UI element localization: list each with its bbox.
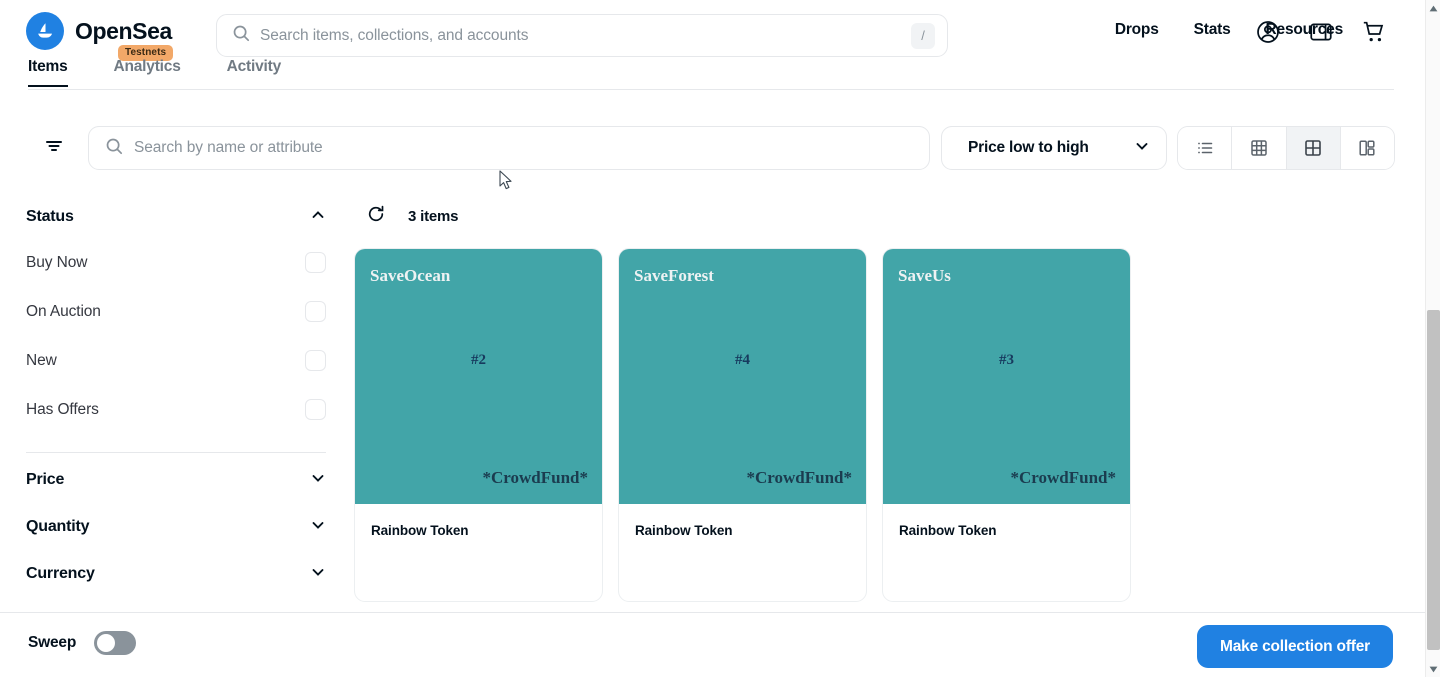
artwork-footer: *CrowdFund* xyxy=(1010,468,1117,487)
page-scrollbar[interactable] xyxy=(1425,0,1440,677)
header-icon-group xyxy=(1254,18,1387,45)
artwork-number: #4 xyxy=(735,352,750,368)
checkbox-new[interactable] xyxy=(305,350,326,371)
sweep-control[interactable]: Sweep xyxy=(28,631,137,655)
item-card[interactable]: SaveOcean #2 *CrowdFund* Rainbow Token xyxy=(354,248,603,602)
search-icon xyxy=(232,24,250,47)
search-icon xyxy=(105,137,123,160)
global-search-input[interactable]: Search items, collections, and accounts xyxy=(260,27,911,45)
filter-section-title: Status xyxy=(26,208,74,225)
item-card-body: Rainbow Token xyxy=(883,504,1130,601)
view-mode-group xyxy=(1177,126,1395,170)
filter-option-on-auction[interactable]: On Auction xyxy=(26,287,326,336)
tabs-divider xyxy=(28,89,1394,90)
filter-section-status[interactable]: Status xyxy=(26,196,326,238)
filters-sidebar: Status Buy Now On Auction New Has Offers xyxy=(26,196,326,595)
brand-name: OpenSea xyxy=(75,17,172,44)
list-view-button[interactable] xyxy=(1178,127,1233,169)
items-count-label: 3 items xyxy=(408,208,459,225)
item-name: Rainbow Token xyxy=(635,523,733,538)
artwork-footer: *CrowdFund* xyxy=(482,468,589,487)
artwork-title: SaveUs xyxy=(898,266,951,285)
item-name: Rainbow Token xyxy=(371,523,469,538)
artwork-footer: *CrowdFund* xyxy=(746,468,853,487)
cart-icon[interactable] xyxy=(1360,18,1387,45)
wallet-icon[interactable] xyxy=(1307,18,1334,45)
filter-section-price[interactable]: Price xyxy=(26,459,326,501)
checkbox-has-offers[interactable] xyxy=(305,399,326,420)
filter-section-currency[interactable]: Currency xyxy=(26,553,326,595)
filter-section-quantity[interactable]: Quantity xyxy=(26,506,326,548)
checkbox-on-auction[interactable] xyxy=(305,301,326,322)
artwork-number: #2 xyxy=(471,352,486,368)
item-artwork: SaveOcean #2 *CrowdFund* xyxy=(355,249,602,504)
filter-section-title: Currency xyxy=(26,565,95,582)
sweep-label: Sweep xyxy=(28,634,77,651)
artwork-number: #3 xyxy=(999,352,1014,368)
mouse-cursor xyxy=(499,170,514,196)
sort-dropdown[interactable]: Price low to high xyxy=(941,126,1167,170)
chevron-up-icon xyxy=(310,207,326,228)
filter-option-label: Buy Now xyxy=(26,253,88,271)
artwork-title: SaveForest xyxy=(634,266,714,285)
item-card-body: Rainbow Token xyxy=(355,504,602,601)
filter-section-title: Quantity xyxy=(26,518,90,535)
tab-analytics[interactable]: Analytics xyxy=(114,58,181,85)
item-search[interactable]: Search by name or attribute xyxy=(88,126,930,170)
chevron-down-icon xyxy=(310,517,326,538)
filter-option-new[interactable]: New xyxy=(26,336,326,385)
chevron-down-icon xyxy=(310,564,326,585)
grid-small-view-button[interactable] xyxy=(1232,127,1287,169)
account-icon[interactable] xyxy=(1254,18,1281,45)
global-search[interactable]: Search items, collections, and accounts … xyxy=(216,14,948,57)
chevron-down-icon xyxy=(1134,138,1150,159)
opensea-collection-page: OpenSea Testnets Search items, collectio… xyxy=(0,0,1440,677)
filter-option-label: Has Offers xyxy=(26,400,99,418)
nav-link-drops[interactable]: Drops xyxy=(1115,21,1159,39)
filter-section-title: Price xyxy=(26,471,65,488)
refresh-icon[interactable] xyxy=(366,204,386,229)
search-shortcut-key: / xyxy=(911,22,935,49)
sort-dropdown-value: Price low to high xyxy=(968,139,1089,156)
items-header: 3 items xyxy=(366,204,458,229)
grid-large-view-button[interactable] xyxy=(1286,127,1341,169)
filter-toolbar: Search by name or attribute Price low to… xyxy=(0,126,1425,170)
sweep-toggle-knob xyxy=(97,634,116,652)
bottom-action-bar: Sweep Make collection offer xyxy=(0,613,1425,677)
item-card-body: Rainbow Token xyxy=(619,504,866,601)
scrollbar-thumb[interactable] xyxy=(1427,310,1440,650)
filter-toggle-button[interactable] xyxy=(40,134,68,162)
item-artwork: SaveForest #4 *CrowdFund* xyxy=(619,249,866,504)
item-card[interactable]: SaveUs #3 *CrowdFund* Rainbow Token xyxy=(882,248,1131,602)
item-search-input[interactable]: Search by name or attribute xyxy=(134,139,323,157)
scroll-down-arrow-icon[interactable] xyxy=(1426,661,1440,677)
filter-option-has-offers[interactable]: Has Offers xyxy=(26,385,326,434)
filter-option-label: On Auction xyxy=(26,302,101,320)
sidebar-divider xyxy=(26,452,326,453)
item-card[interactable]: SaveForest #4 *CrowdFund* Rainbow Token xyxy=(618,248,867,602)
filter-option-buy-now[interactable]: Buy Now xyxy=(26,238,326,287)
tab-items[interactable]: Items xyxy=(28,58,68,87)
filter-icon xyxy=(43,135,65,162)
items-grid: SaveOcean #2 *CrowdFund* Rainbow Token S… xyxy=(354,248,1131,602)
mixed-view-button[interactable] xyxy=(1340,127,1394,169)
item-artwork: SaveUs #3 *CrowdFund* xyxy=(883,249,1130,504)
make-collection-offer-button[interactable]: Make collection offer xyxy=(1197,625,1393,668)
item-name: Rainbow Token xyxy=(899,523,997,538)
tab-activity[interactable]: Activity xyxy=(227,58,282,85)
filter-option-label: New xyxy=(26,351,57,369)
artwork-title: SaveOcean xyxy=(370,266,451,285)
sailboat-logo-icon xyxy=(26,12,64,50)
collection-tabs: Items Analytics Activity xyxy=(28,58,1394,90)
nav-link-stats[interactable]: Stats xyxy=(1194,21,1231,39)
checkbox-buy-now[interactable] xyxy=(305,252,326,273)
chevron-down-icon xyxy=(310,470,326,491)
sweep-toggle[interactable] xyxy=(94,631,137,655)
scroll-up-arrow-icon[interactable] xyxy=(1426,0,1440,16)
